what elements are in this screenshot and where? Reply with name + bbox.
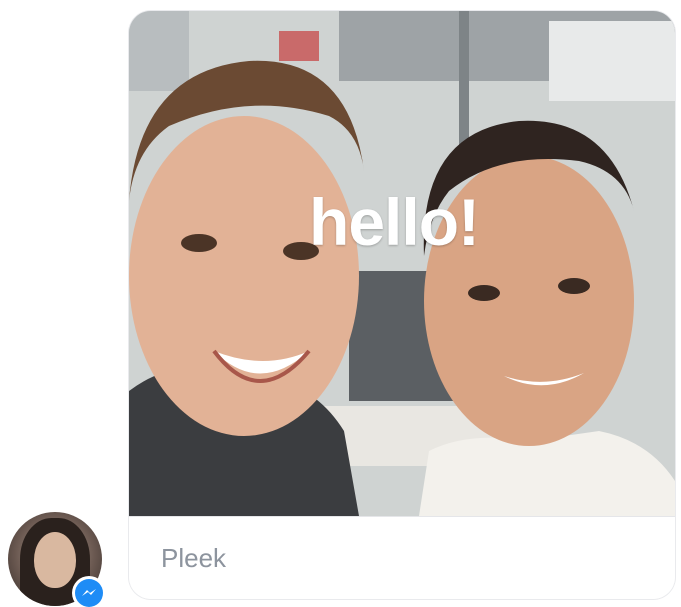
- message-photo[interactable]: hello!: [129, 11, 675, 516]
- image-message-card[interactable]: hello! Pleek: [129, 11, 675, 599]
- selfie-photo-illustration: [129, 11, 675, 516]
- chat-message-view: hello! Pleek: [0, 0, 681, 607]
- caption-bar: Pleek: [129, 516, 675, 599]
- messenger-badge: [72, 576, 106, 607]
- messenger-icon: [75, 579, 103, 607]
- messenger-bolt-icon: [82, 589, 96, 596]
- avatar-face: [34, 532, 76, 588]
- photo-overlay-text: hello!: [309, 185, 480, 259]
- caption-text: Pleek: [161, 543, 227, 573]
